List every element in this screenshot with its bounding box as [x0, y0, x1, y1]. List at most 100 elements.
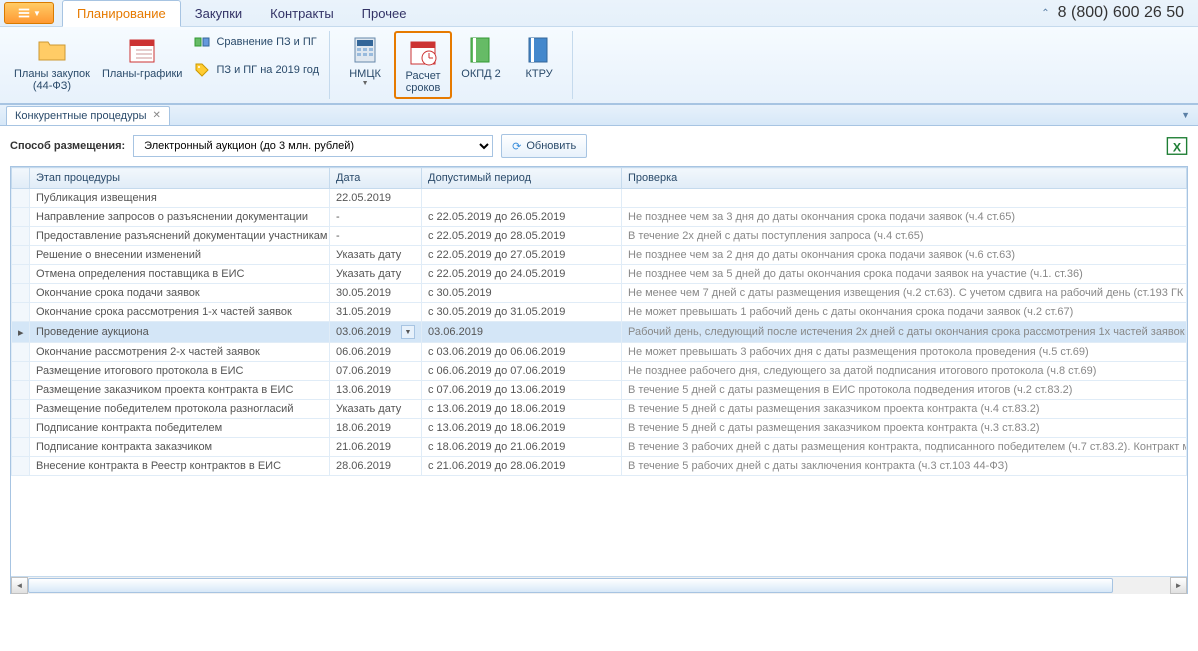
table-row[interactable]: Окончание срока рассмотрения 1-х частей …	[12, 303, 1187, 322]
scroll-left-icon[interactable]: ◄	[11, 577, 28, 594]
cell-date[interactable]: -	[330, 227, 422, 246]
tab-planning[interactable]: Планирование	[62, 0, 181, 27]
tab-contracts[interactable]: Контракты	[256, 1, 348, 26]
calendar-icon	[126, 34, 158, 66]
row-marker	[12, 208, 30, 227]
cell-date[interactable]: 06.06.2019	[330, 343, 422, 362]
row-marker	[12, 189, 30, 208]
minimize-ribbon-icon[interactable]: ⌃	[1041, 8, 1049, 19]
cell-date[interactable]: 13.06.2019	[330, 381, 422, 400]
cell-stage: Отмена определения поставщика в ЕИС	[30, 265, 330, 284]
okpd2-button[interactable]: ОКПД 2	[452, 31, 510, 83]
excel-export-button[interactable]: X	[1166, 135, 1188, 157]
cell-check: В течение 3 рабочих дней с даты размещен…	[622, 438, 1187, 457]
cell-stage: Предоставление разъяснений документации …	[30, 227, 330, 246]
row-marker	[12, 284, 30, 303]
scroll-thumb[interactable]	[28, 578, 1113, 593]
calc-label: Расчет сроков	[406, 70, 441, 94]
cell-check: Не может превышать 3 рабочих дня с даты …	[622, 343, 1187, 362]
dropdown-caret-icon: ▼	[362, 80, 369, 87]
cell-date[interactable]: 28.06.2019	[330, 457, 422, 476]
subtab-dropdown-icon[interactable]: ▼	[1173, 110, 1198, 120]
grid-wrapper: Этап процедуры Дата Допустимый период Пр…	[10, 166, 1188, 594]
table-row[interactable]: Размещение заказчиком проекта контракта …	[12, 381, 1187, 400]
table-row[interactable]: Решение о внесении измененийУказать дату…	[12, 246, 1187, 265]
cell-date[interactable]: 30.05.2019	[330, 284, 422, 303]
table-row[interactable]: Окончание срока подачи заявок30.05.2019с…	[12, 284, 1187, 303]
table-row[interactable]: Размещение победителем протокола разногл…	[12, 400, 1187, 419]
cell-date[interactable]: 07.06.2019	[330, 362, 422, 381]
cell-period: с 22.05.2019 до 28.05.2019	[422, 227, 622, 246]
pz2019-label: ПЗ и ПГ на 2019 год	[216, 64, 319, 76]
cell-period: с 21.06.2019 до 28.06.2019	[422, 457, 622, 476]
table-row[interactable]: Отмена определения поставщика в ЕИСУказа…	[12, 265, 1187, 284]
header-right: ⌃ 8 (800) 600 26 50	[1041, 4, 1194, 22]
table-row[interactable]: Подписание контракта заказчиком21.06.201…	[12, 438, 1187, 457]
cell-stage: Решение о внесении изменений	[30, 246, 330, 265]
header-phone: 8 (800) 600 26 50	[1058, 4, 1184, 22]
cell-period: с 30.05.2019 до 31.05.2019	[422, 303, 622, 322]
cell-stage: Окончание рассмотрения 2-х частей заявок	[30, 343, 330, 362]
table-row[interactable]: Размещение итогового протокола в ЕИС07.0…	[12, 362, 1187, 381]
schedules-label: Планы-графики	[102, 68, 183, 80]
calculator-icon	[349, 34, 381, 66]
h-scrollbar[interactable]: ◄ ►	[11, 576, 1187, 593]
cell-date[interactable]: 31.05.2019	[330, 303, 422, 322]
filter-label: Способ размещения:	[10, 140, 125, 152]
cell-date[interactable]: 21.06.2019	[330, 438, 422, 457]
cell-date[interactable]: Указать дату	[330, 265, 422, 284]
row-marker	[12, 362, 30, 381]
table-row[interactable]: Публикация извещения22.05.2019	[12, 189, 1187, 208]
col-stage[interactable]: Этап процедуры	[30, 168, 330, 189]
table-row[interactable]: Подписание контракта победителем18.06.20…	[12, 419, 1187, 438]
table-row[interactable]: Внесение контракта в Реестр контрактов в…	[12, 457, 1187, 476]
scroll-track[interactable]	[28, 577, 1170, 594]
date-dropdown-icon[interactable]: ▼	[401, 325, 415, 339]
table-row[interactable]: ▸Проведение аукциона03.06.2019▼03.06.201…	[12, 322, 1187, 343]
subtab-competitive[interactable]: Конкурентные процедуры ✕	[6, 106, 170, 125]
col-date[interactable]: Дата	[330, 168, 422, 189]
cell-stage: Размещение итогового протокола в ЕИС	[30, 362, 330, 381]
cell-period: с 22.05.2019 до 26.05.2019	[422, 208, 622, 227]
cell-check: Не позднее чем за 2 дня до даты окончани…	[622, 246, 1187, 265]
ktru-button[interactable]: КТРУ	[510, 31, 568, 83]
schedules-button[interactable]: Планы-графики	[96, 31, 189, 83]
row-marker: ▸	[12, 322, 30, 343]
app-menu-button[interactable]: ▼	[4, 2, 54, 24]
cell-stage: Окончание срока рассмотрения 1-х частей …	[30, 303, 330, 322]
cell-date[interactable]: -	[330, 208, 422, 227]
cell-date[interactable]: 18.06.2019	[330, 419, 422, 438]
refresh-label: Обновить	[526, 140, 576, 152]
plans-button[interactable]: Планы закупок (44-ФЗ)	[8, 31, 96, 95]
cell-date[interactable]: Указать дату	[330, 400, 422, 419]
ribbon-header: ▼ Планирование Закупки Контракты Прочее …	[0, 0, 1198, 104]
table-row[interactable]: Окончание рассмотрения 2-х частей заявок…	[12, 343, 1187, 362]
table-row[interactable]: Предоставление разъяснений документации …	[12, 227, 1187, 246]
cell-stage: Проведение аукциона	[30, 322, 330, 343]
cell-period: с 22.05.2019 до 24.05.2019	[422, 265, 622, 284]
cell-stage: Публикация извещения	[30, 189, 330, 208]
close-icon[interactable]: ✕	[152, 110, 160, 121]
content-panel: Способ размещения: Электронный аукцион (…	[0, 126, 1198, 602]
row-marker	[12, 303, 30, 322]
cell-check	[622, 189, 1187, 208]
calc-dates-button[interactable]: Расчет сроков	[394, 31, 452, 99]
placement-select[interactable]: Электронный аукцион (до 3 млн. рублей)	[133, 135, 493, 157]
col-check[interactable]: Проверка	[622, 168, 1187, 189]
table-row[interactable]: Направление запросов о разъяснении докум…	[12, 208, 1187, 227]
pz2019-button[interactable]: ПЗ и ПГ на 2019 год	[188, 59, 325, 81]
filter-row: Способ размещения: Электронный аукцион (…	[10, 134, 1188, 158]
cell-date[interactable]: 22.05.2019	[330, 189, 422, 208]
cell-date[interactable]: 03.06.2019▼	[330, 322, 422, 343]
cell-period: с 13.06.2019 до 18.06.2019	[422, 419, 622, 438]
compare-button[interactable]: Сравнение ПЗ и ПГ	[188, 31, 325, 53]
nmck-button[interactable]: НМЦК ▼	[336, 31, 394, 90]
refresh-button[interactable]: ⟳ Обновить	[501, 134, 587, 158]
col-period[interactable]: Допустимый период	[422, 168, 622, 189]
cell-stage: Подписание контракта победителем	[30, 419, 330, 438]
tab-purchases[interactable]: Закупки	[181, 1, 256, 26]
svg-text:X: X	[1173, 141, 1182, 155]
scroll-right-icon[interactable]: ►	[1170, 577, 1187, 594]
tab-other[interactable]: Прочее	[348, 1, 421, 26]
cell-date[interactable]: Указать дату	[330, 246, 422, 265]
